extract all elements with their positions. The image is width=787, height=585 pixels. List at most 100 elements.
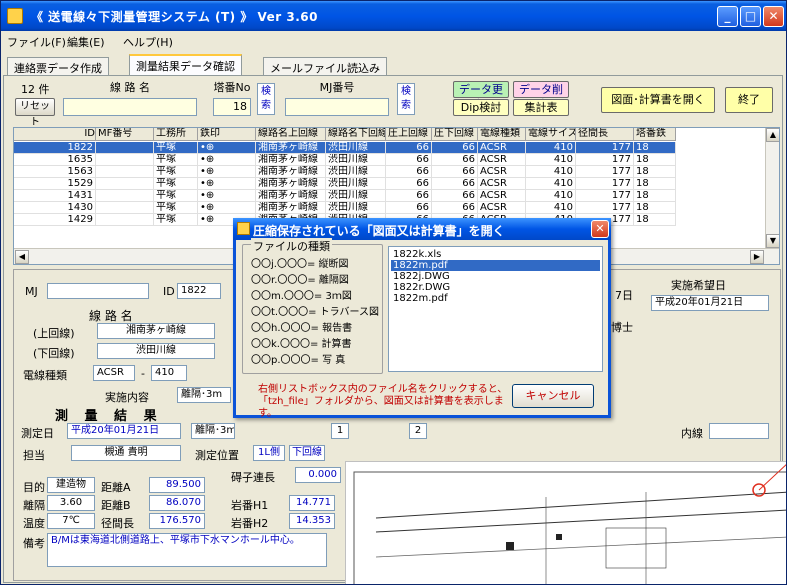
dialog-close-button[interactable]: ✕	[591, 220, 609, 238]
h2-value[interactable]: 14.353	[289, 513, 335, 529]
dist-a-value[interactable]: 89.500	[149, 477, 205, 493]
n1-value[interactable]: 1	[331, 423, 349, 439]
file-item[interactable]: 1822k.xls	[391, 249, 600, 260]
table-cell: ACSR	[478, 178, 526, 190]
window-title: 《 送電線々下測量管理システム (T) 》 Ver 3.60	[31, 10, 318, 24]
scroll-left-icon[interactable]: ◀	[15, 250, 29, 264]
table-cell: 18	[634, 190, 676, 202]
distance-mode[interactable]: 離隔･3m測量	[191, 423, 235, 439]
grid-column-header[interactable]: MF番号	[96, 128, 154, 141]
table-cell: 平塚	[154, 190, 198, 202]
table-cell: 177	[576, 202, 634, 214]
maximize-button[interactable]: □	[740, 6, 761, 27]
yoke-value[interactable]: 0.000	[295, 467, 341, 483]
grid-column-header[interactable]: 圧下回線	[432, 128, 478, 141]
grid-column-header[interactable]: 鉄印	[198, 128, 256, 141]
file-item-selected[interactable]: 1822m.pdf	[391, 260, 600, 271]
grid-vertical-scrollbar[interactable]: ▲ ▼	[765, 128, 779, 248]
h1-value[interactable]: 14.771	[289, 495, 335, 511]
drawing-preview-svg	[353, 464, 786, 584]
search-tower-button[interactable]: 検索	[257, 83, 275, 115]
table-cell: 1431	[14, 190, 96, 202]
date-value[interactable]: 平成20年01月21日	[67, 423, 181, 439]
data-delete-button[interactable]: データ削除	[513, 81, 569, 111]
file-item[interactable]: 1822j.DWG	[391, 271, 600, 282]
grid-column-header[interactable]: ID	[14, 128, 96, 141]
table-cell: •⊕	[198, 178, 256, 190]
wire-type-value[interactable]: ACSR	[93, 365, 135, 381]
work-value[interactable]: 離隔･3m	[177, 387, 231, 403]
scroll-right-icon[interactable]: ▶	[750, 250, 764, 264]
wire-size-value[interactable]: 410	[151, 365, 187, 381]
table-cell: 湘南茅ヶ崎線	[256, 142, 326, 154]
table-cell: 177	[576, 178, 634, 190]
table-row[interactable]: 1430 平塚 •⊕ 湘南茅ヶ崎線 渋田川線 66 66 ACSR 410 177 18	[14, 202, 767, 214]
grid-column-header[interactable]: 径間長	[576, 128, 634, 141]
summary-button[interactable]: 集計表	[513, 99, 569, 116]
mj-value[interactable]	[47, 283, 149, 299]
table-cell: 1635	[14, 154, 96, 166]
sep-value[interactable]: 3.60	[47, 495, 95, 511]
menu-help[interactable]: ヘルプ(H)	[123, 34, 173, 50]
dialog-title-bar[interactable]: 圧縮保存されている「図面又は計算書」を開く ✕	[233, 218, 611, 240]
menu-file[interactable]: ファイル(F)	[7, 34, 66, 50]
id-value[interactable]: 1822	[177, 283, 221, 299]
grid-column-header[interactable]: 工務所	[154, 128, 198, 141]
exit-button[interactable]: 終了	[725, 87, 773, 113]
close-button[interactable]: ✕	[763, 6, 784, 27]
grid-column-header[interactable]: 線路名下回線	[326, 128, 386, 141]
dip-check-button[interactable]: Dip検討	[453, 99, 509, 116]
scroll-down-icon[interactable]: ▼	[766, 234, 779, 248]
file-type-row: 〇〇p.〇〇〇= 写 真	[251, 355, 346, 366]
upper-line-value[interactable]: 湘南茅ヶ崎線	[97, 323, 215, 339]
table-cell: 66	[386, 166, 432, 178]
tower-no-input[interactable]: 18	[213, 98, 251, 116]
reset-button[interactable]: リセット	[15, 98, 55, 128]
grid-column-header[interactable]: 塔番鉄	[634, 128, 676, 141]
lower-line-value[interactable]: 渋田川線	[97, 343, 215, 359]
title-bar[interactable]: 《 送電線々下測量管理システム (T) 》 Ver 3.60 _ □ ✕	[1, 1, 786, 31]
file-list[interactable]: 1822k.xls 1822m.pdf 1822j.DWG 1822r.DWG …	[388, 246, 603, 372]
charge-value[interactable]: 槻通 貴明	[71, 445, 181, 461]
table-row-selected[interactable]: 1822 平塚 •⊕ 湘南茅ヶ崎線 渋田川線 66 66 ACSR 410 177 18	[14, 142, 767, 154]
menu-edit[interactable]: 編集(E)	[67, 34, 105, 50]
tab-mail-import[interactable]: メールファイル読込み	[263, 57, 387, 75]
tab-report-create[interactable]: 連絡票データ作成	[7, 57, 109, 75]
grid-column-header[interactable]: 電線サイズ	[526, 128, 576, 141]
table-row[interactable]: 1431 平塚 •⊕ 湘南茅ヶ崎線 渋田川線 66 66 ACSR 410 177 18	[14, 190, 767, 202]
dist-b-value[interactable]: 86.070	[149, 495, 205, 511]
table-row[interactable]: 1563 平塚 •⊕ 湘南茅ヶ崎線 渋田川線 66 66 ACSR 410 177 18	[14, 166, 767, 178]
inner-value[interactable]	[709, 423, 769, 439]
purpose-value[interactable]: 建造物	[47, 477, 95, 493]
table-cell: 1429	[14, 214, 96, 226]
search-mj-button[interactable]: 検索	[397, 83, 415, 115]
line-name-input[interactable]	[63, 98, 197, 116]
mj-input[interactable]	[285, 98, 389, 116]
table-cell: ACSR	[478, 190, 526, 202]
pos-2[interactable]: 下回線	[289, 445, 325, 461]
temp-value[interactable]: 7℃	[47, 513, 95, 529]
file-item[interactable]: 1822m.pdf	[391, 293, 600, 304]
table-cell: ACSR	[478, 154, 526, 166]
grid-column-header[interactable]: 電線種類	[478, 128, 526, 141]
data-update-button[interactable]: データ更新	[453, 81, 509, 111]
n2-value[interactable]: 2	[409, 423, 427, 439]
table-row[interactable]: 1529 平塚 •⊕ 湘南茅ヶ崎線 渋田川線 66 66 ACSR 410 177 18	[14, 178, 767, 190]
mj-label: MJ	[25, 285, 38, 298]
note-value[interactable]: B/Mは東海道北側道路上、平塚市下水マンホール中心。	[47, 533, 327, 567]
scroll-up-icon[interactable]: ▲	[766, 128, 779, 142]
open-drawing-button[interactable]: 図面･計算書を開く	[601, 87, 715, 113]
grid-column-header[interactable]: 圧上回線	[386, 128, 432, 141]
table-row[interactable]: 1635 平塚 •⊕ 湘南茅ヶ崎線 渋田川線 66 66 ACSR 410 177 18	[14, 154, 767, 166]
table-cell: 湘南茅ヶ崎線	[256, 202, 326, 214]
grid-column-header[interactable]: 線路名上回線	[256, 128, 326, 141]
table-cell	[96, 178, 154, 190]
dist-b-label: 距離B	[101, 499, 131, 512]
pos-1[interactable]: 1L側	[253, 445, 285, 461]
cancel-button[interactable]: キャンセル	[512, 384, 594, 408]
span-value[interactable]: 176.570	[149, 513, 205, 529]
file-item[interactable]: 1822r.DWG	[391, 282, 600, 293]
tab-survey-check[interactable]: 測量結果データ確認	[129, 54, 242, 76]
desired-date-value[interactable]: 平成20年01月21日	[651, 295, 769, 311]
minimize-button[interactable]: _	[717, 6, 738, 27]
